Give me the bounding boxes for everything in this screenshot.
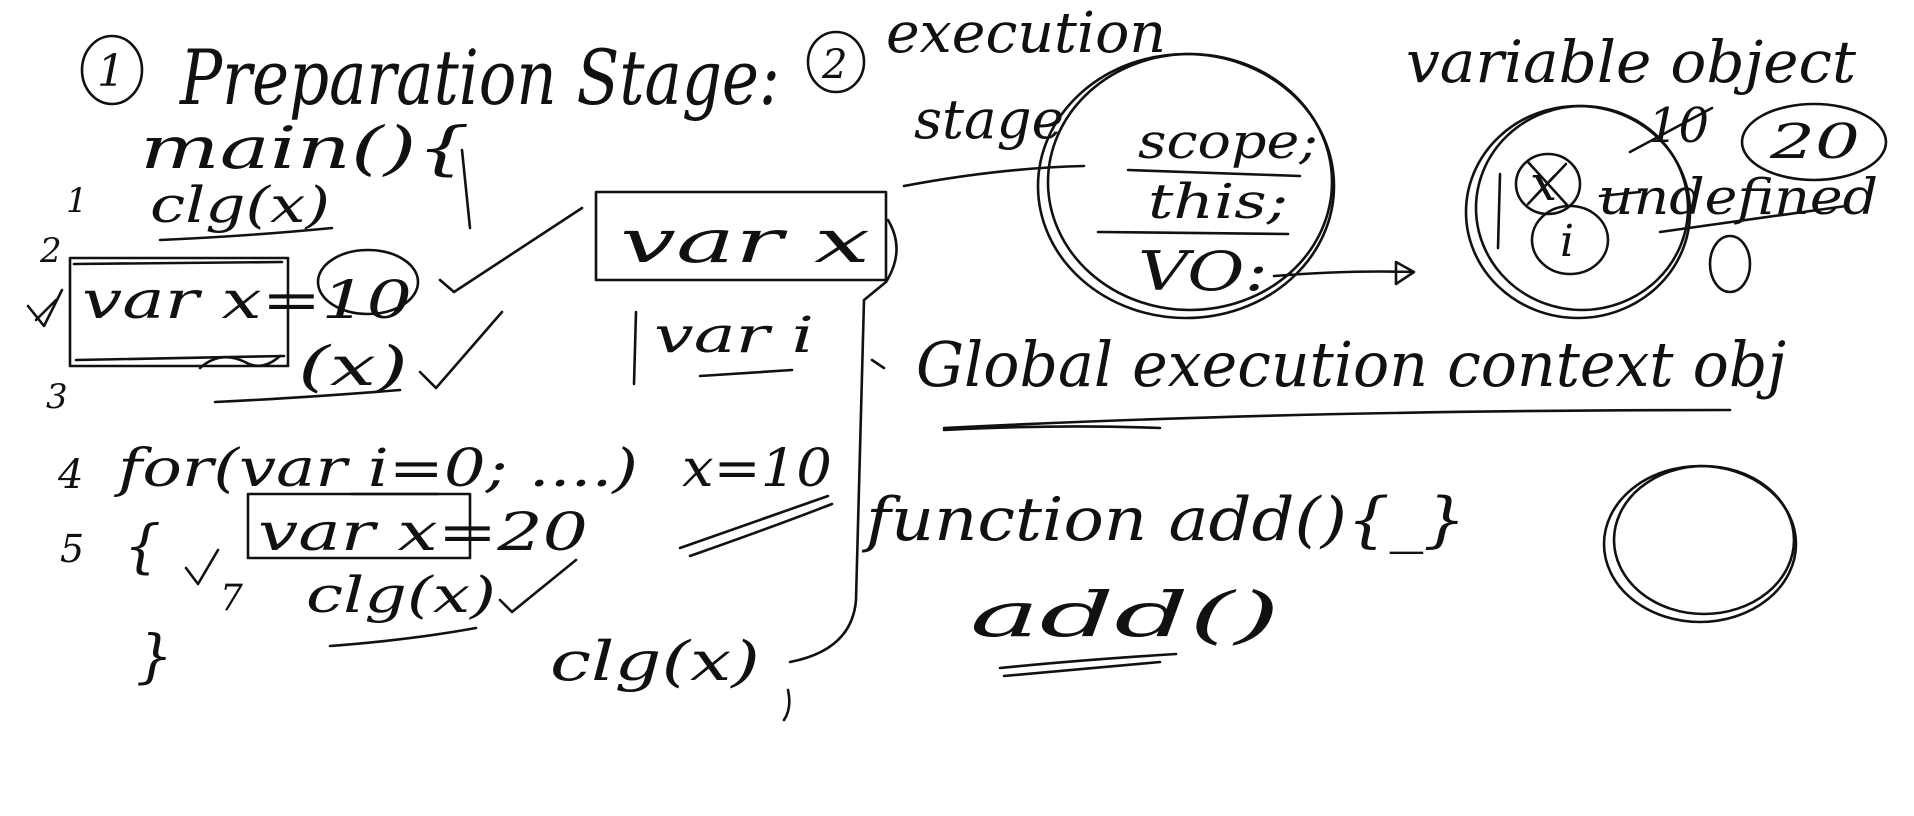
code-clg-x-end: clg(x) <box>550 630 760 693</box>
code-block-close: } <box>136 622 173 690</box>
code-block-open: { <box>124 512 161 580</box>
stage1-heading: 1 Preparation Stage: <box>80 33 780 122</box>
vo-inner-bar <box>1496 172 1502 250</box>
function-add-call: add() <box>970 578 1280 651</box>
this-underline <box>1096 230 1290 236</box>
context-line-this: this; <box>1148 174 1288 230</box>
stage2-connector <box>902 164 1086 188</box>
var-x-10-tick <box>438 206 584 294</box>
stage1-title: Preparation Stage: <box>178 33 780 122</box>
code-clg-x-second: (x) <box>298 335 408 398</box>
line-number-7: 7 <box>220 578 243 619</box>
function-add-call-underline <box>998 652 1178 678</box>
stage2-title-line1: execution <box>886 1 1166 66</box>
global-context-underline <box>942 408 1732 432</box>
small-circle-mark <box>1708 234 1752 294</box>
global-context-label: Global execution context obj <box>916 328 1786 401</box>
line-number-4: 4 <box>57 452 83 498</box>
code-var-x-10: var x=10 <box>82 271 412 331</box>
whiteboard-canvas: 1 Preparation Stage: main(){ 1 2 3 4 5 7… <box>26 1 1888 722</box>
context-line-vo: VO: <box>1138 240 1268 303</box>
function-add-decl: function add(){_} <box>862 485 1466 555</box>
tick-mark-var-x-20 <box>184 548 220 586</box>
line-number-3: 3 <box>46 377 68 417</box>
code-var-x-20: var x=20 <box>258 503 588 563</box>
context-line-scope: scope; <box>1138 114 1318 170</box>
undefined-text: undefined <box>1598 168 1878 226</box>
var-i-underline <box>698 368 794 378</box>
i-entry-mark: i <box>1560 216 1574 267</box>
code-var-x-right: var x <box>620 207 870 277</box>
empty-circle <box>1602 464 1798 624</box>
code-x-equals-10: x=10 <box>682 439 832 499</box>
clg-x-third-tick <box>498 558 578 614</box>
stage2-title-line2: stage <box>914 88 1064 151</box>
variable-object-label: variable object <box>1406 28 1857 96</box>
right-column-divider <box>632 310 638 386</box>
x-equals-10-underline <box>678 494 834 558</box>
line-number-1: 1 <box>66 181 88 221</box>
value-20: 20 <box>1769 114 1860 170</box>
code-var-i: var i <box>654 306 814 364</box>
empty-circle-2 <box>1612 464 1796 616</box>
line-number-2: 2 <box>39 231 62 271</box>
tick-mark-left <box>26 288 64 328</box>
stage2-number: 2 <box>821 42 847 88</box>
x-entry-mark: x <box>1530 156 1557 212</box>
stage1-number: 1 <box>97 46 125 97</box>
code-clg-x-first: clg(x) <box>150 176 330 234</box>
code-for-loop: for(var i=0; ....) <box>113 439 638 499</box>
vo-arrow <box>1272 260 1416 286</box>
code-clg-x-third: clg(x) <box>306 566 496 624</box>
main-function-open: main(){ <box>140 114 470 182</box>
clg-x-third-underline <box>328 626 478 648</box>
line-number-5: 5 <box>60 527 84 571</box>
execution-context-circle: scope; this; VO: <box>1036 52 1336 320</box>
clg-x-second-tick <box>418 310 504 390</box>
